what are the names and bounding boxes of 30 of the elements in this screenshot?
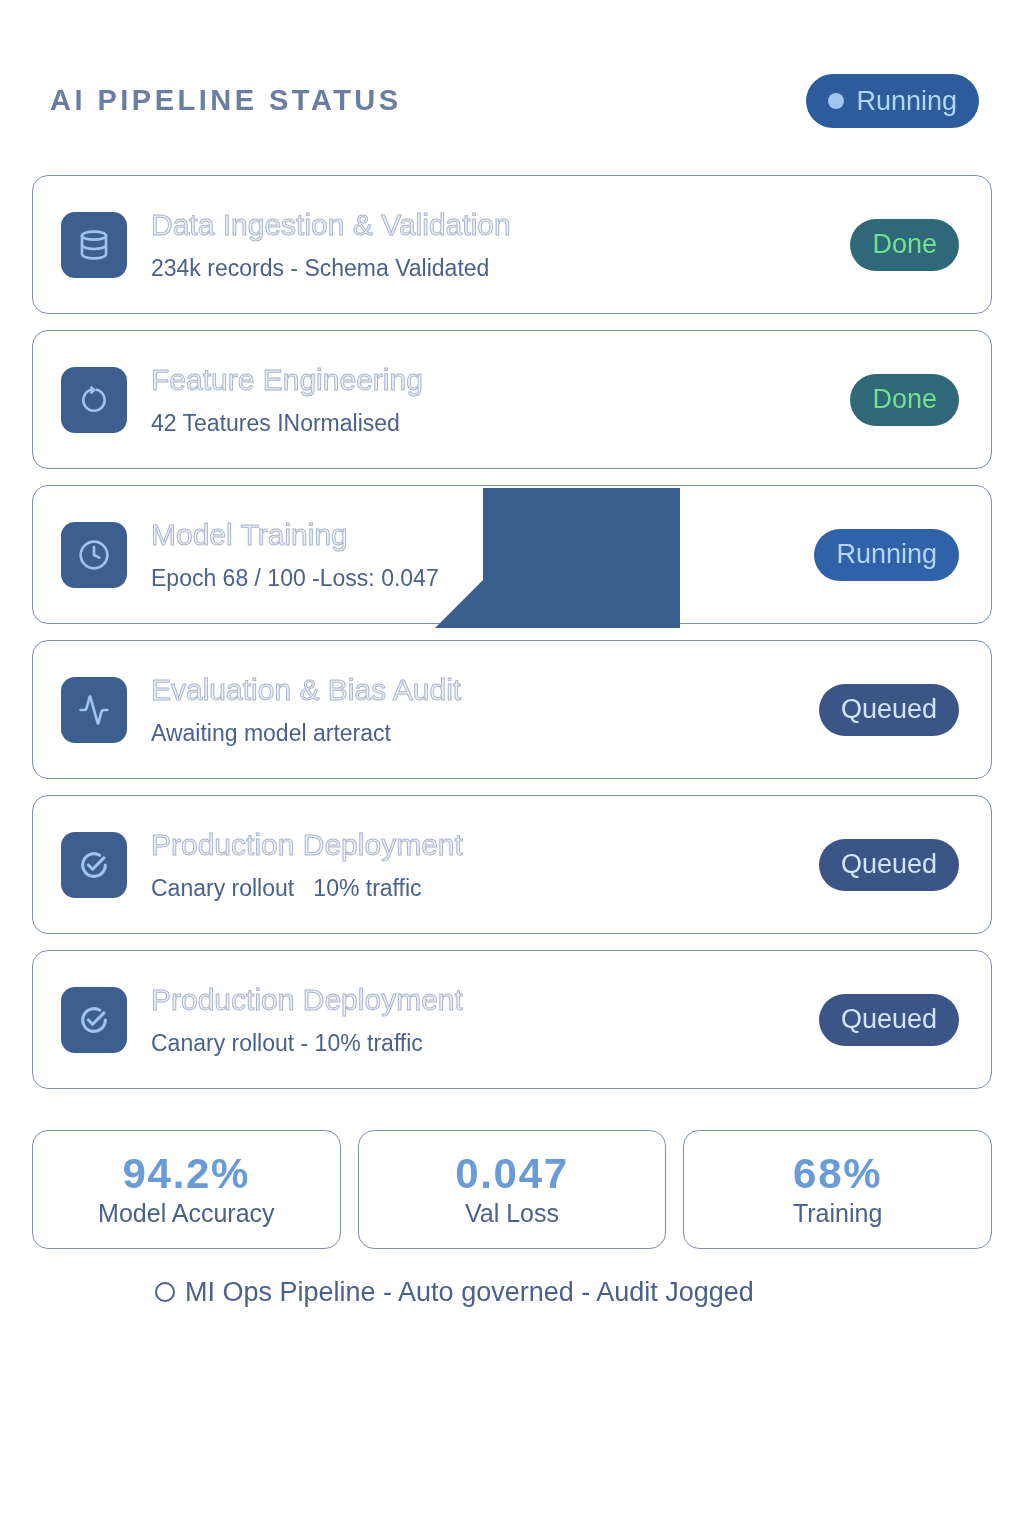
database-icon: [61, 211, 127, 278]
stage-title: Data Ingestion & Validation: [151, 206, 511, 243]
done-badge: Done: [850, 218, 959, 271]
stage-detail: Canary rollout - 10% traffic: [151, 1028, 423, 1058]
stat-label: Model Accuracy: [98, 1197, 275, 1229]
stat-value: 94.2%: [122, 1150, 251, 1197]
stat-value: 68%: [793, 1150, 883, 1197]
stage-detail: 234k records - Schema Validated: [151, 253, 490, 283]
running-badge: Running: [814, 528, 959, 581]
stage-title: Feature Engineering: [151, 361, 423, 398]
stat-value: 0.047: [455, 1150, 569, 1197]
stage-title: Production Deployment: [151, 826, 463, 863]
stage-title: Production Deployment: [151, 981, 463, 1018]
queued-badge: Queued: [818, 683, 959, 736]
stage-title: Evaluation & Bias Audit: [151, 671, 462, 708]
stage-detail: Canary rollout 10% traffic: [151, 873, 422, 903]
footer-text: MI Ops Pipeline - Auto governed - Audit Jogged: [185, 1276, 754, 1309]
stage-detail: Awaiting model arteract: [151, 718, 391, 748]
stage-detail: 42 Teatures INormalised: [151, 408, 400, 438]
queued-badge: Queued: [818, 838, 959, 891]
stat-label: Val Loss: [464, 1197, 559, 1229]
done-badge: Done: [850, 373, 959, 426]
status-pill: Running: [806, 74, 979, 128]
stage-detail: Epoch 68 / 100 -Loss: 0.047: [151, 563, 439, 593]
stat-label: Training: [792, 1197, 883, 1229]
queued-badge: Queued: [818, 993, 959, 1046]
stage-title: Model Training: [151, 516, 348, 553]
pulse-icon: [61, 676, 127, 743]
page-title: AI PIPELINE STATUS: [50, 83, 402, 119]
clock-icon: [61, 521, 127, 588]
